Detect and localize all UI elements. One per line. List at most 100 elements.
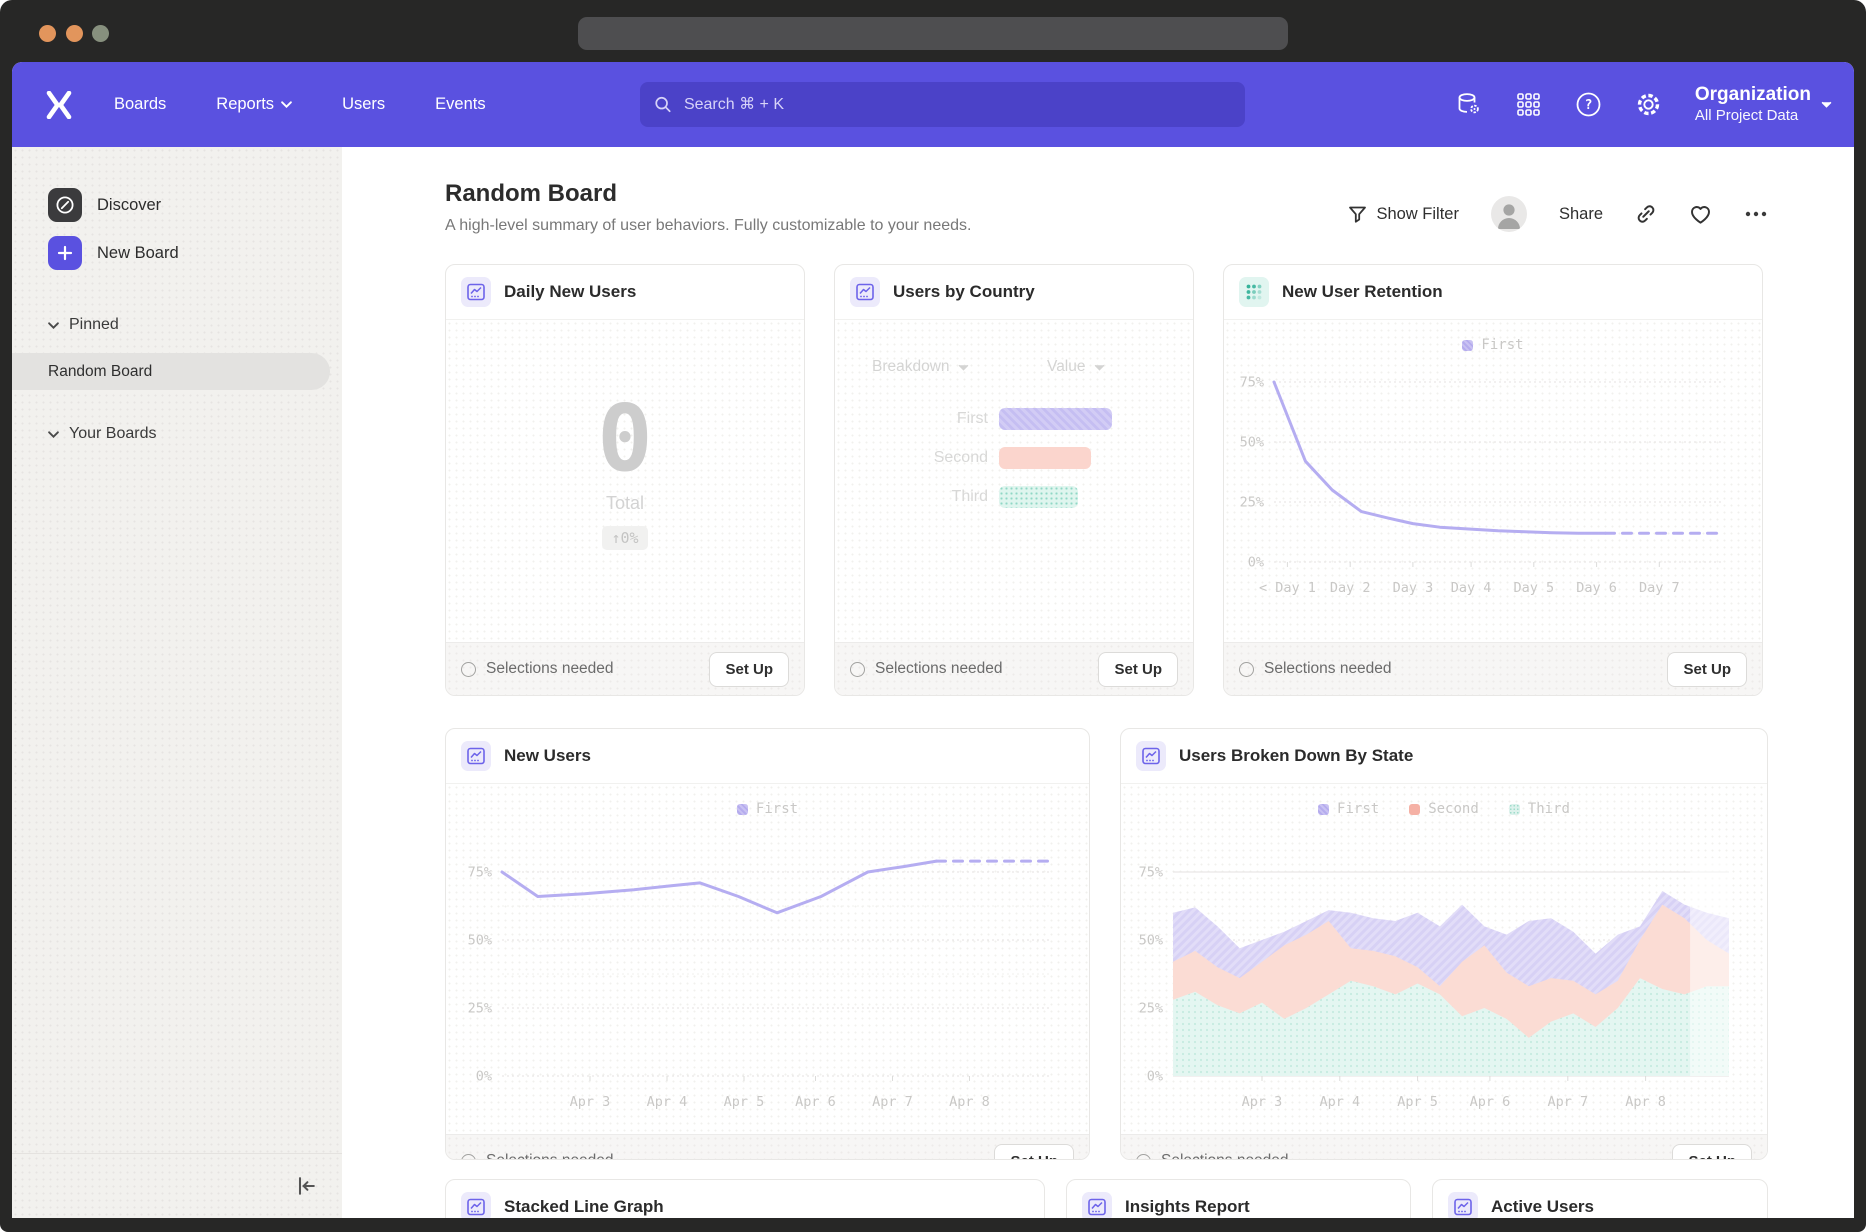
value-column-header[interactable]: Value xyxy=(1047,358,1105,376)
discover-compass-icon xyxy=(48,188,82,222)
svg-text:Apr 7: Apr 7 xyxy=(1547,1094,1588,1110)
legend-swatch xyxy=(1509,804,1520,815)
show-filter-button[interactable]: Show Filter xyxy=(1348,205,1459,224)
window-close-button[interactable] xyxy=(39,25,56,42)
sidebar-item-discover[interactable]: Discover xyxy=(12,181,342,229)
share-button[interactable]: Share xyxy=(1559,205,1603,224)
sidebar-item-random-board[interactable]: Random Board xyxy=(12,353,330,390)
svg-text:Day 2: Day 2 xyxy=(1330,580,1371,596)
legend-label: Third xyxy=(1528,801,1570,817)
set-up-button[interactable]: Set Up xyxy=(709,652,789,687)
page-subtitle: A high-level summary of user behaviors. … xyxy=(445,217,971,235)
svg-text:25%: 25% xyxy=(1240,495,1264,511)
svg-text:Day 3: Day 3 xyxy=(1393,580,1434,596)
favorite-heart-icon[interactable] xyxy=(1689,203,1712,225)
nav-item-events[interactable]: Events xyxy=(435,95,485,114)
svg-text:Apr 6: Apr 6 xyxy=(795,1094,836,1110)
data-management-icon[interactable] xyxy=(1455,91,1482,118)
nav-item-boards[interactable]: Boards xyxy=(114,95,166,114)
browser-address-bar[interactable] xyxy=(578,17,1288,50)
search-icon xyxy=(654,95,672,114)
metric-label: Total xyxy=(606,493,644,514)
svg-text:Apr 7: Apr 7 xyxy=(872,1094,913,1110)
set-up-button[interactable]: Set Up xyxy=(1667,652,1747,687)
card-users-by-country: Users by Country Breakdown Value xyxy=(834,264,1194,696)
country-row-label: Third xyxy=(871,488,988,506)
app-window: Boards Reports Users Events xyxy=(12,62,1854,1218)
chevron-down-icon xyxy=(958,364,969,371)
window-minimize-button[interactable] xyxy=(66,25,83,42)
card-title: Daily New Users xyxy=(504,282,636,302)
svg-text:50%: 50% xyxy=(468,933,492,949)
apps-grid-icon[interactable] xyxy=(1515,91,1542,118)
set-up-button[interactable]: Set Up xyxy=(994,1144,1074,1161)
legend-item: Second xyxy=(1409,801,1479,817)
card-stacked-line-graph: Stacked Line Graph xyxy=(445,1179,1045,1218)
status-text: Selections needed xyxy=(875,660,1003,678)
country-row: First xyxy=(835,408,1193,430)
sidebar-item-new-board[interactable]: New Board xyxy=(12,229,342,277)
legend-label: Second xyxy=(1428,801,1479,817)
status-text: Selections needed xyxy=(486,660,614,678)
svg-text:75%: 75% xyxy=(468,865,492,881)
legend-swatch xyxy=(1409,804,1420,815)
sidebar-section-your-boards[interactable]: Your Boards xyxy=(12,418,342,450)
status-text: Selections needed xyxy=(1161,1152,1289,1160)
legend-swatch xyxy=(737,804,748,815)
nav-item-reports[interactable]: Reports xyxy=(216,95,292,114)
copy-link-icon[interactable] xyxy=(1635,203,1657,225)
sidebar-section-pinned[interactable]: Pinned xyxy=(12,309,342,341)
breakdown-column-header[interactable]: Breakdown xyxy=(872,358,969,376)
card-title: New Users xyxy=(504,746,591,766)
card-new-users: New Users First 75%50%25%0%Apr 3Apr 4Apr… xyxy=(445,728,1090,1160)
plus-icon xyxy=(48,236,82,270)
board-main: Random Board A high-level summary of use… xyxy=(342,147,1854,1218)
browser-window: Boards Reports Users Events xyxy=(0,0,1866,1232)
search-input[interactable] xyxy=(682,95,1231,115)
chart-legend: First xyxy=(446,798,1089,820)
legend-label: First xyxy=(756,801,798,817)
set-up-button[interactable]: Set Up xyxy=(1098,652,1178,687)
card-title: Stacked Line Graph xyxy=(504,1197,664,1217)
state-stacked-area-chart: 75%50%25%0%Apr 3Apr 4Apr 5Apr 6Apr 7Apr … xyxy=(1121,824,1767,1134)
svg-text:Day 7: Day 7 xyxy=(1639,580,1680,596)
more-options-icon[interactable] xyxy=(1744,209,1768,219)
legend-item: First xyxy=(1462,337,1523,353)
country-row: Third xyxy=(835,486,1193,508)
nav-item-users[interactable]: Users xyxy=(342,95,385,114)
svg-text:< Day 1: < Day 1 xyxy=(1259,580,1316,596)
chevron-down-icon xyxy=(281,101,292,108)
chevron-down-icon xyxy=(1821,101,1832,108)
svg-text:Apr 4: Apr 4 xyxy=(1319,1094,1360,1110)
svg-text:75%: 75% xyxy=(1139,865,1163,881)
org-switcher[interactable]: Organization All Project Data xyxy=(1695,83,1832,126)
sidebar-footer xyxy=(12,1153,342,1218)
retention-line-chart: 75%50%25%0%< Day 1Day 2Day 3Day 4Day 5Da… xyxy=(1224,360,1762,615)
avatar[interactable] xyxy=(1491,196,1527,232)
chart-legend: First xyxy=(1224,334,1762,356)
nav-menu: Boards Reports Users Events xyxy=(114,95,486,114)
country-row-bar xyxy=(999,447,1091,469)
svg-text:50%: 50% xyxy=(1240,435,1264,451)
svg-text:Apr 5: Apr 5 xyxy=(1397,1094,1438,1110)
collapse-sidebar-icon[interactable] xyxy=(294,1174,318,1198)
mixpanel-logo-icon[interactable] xyxy=(46,91,72,119)
status-circle-icon xyxy=(461,1154,476,1161)
legend-swatch xyxy=(1462,340,1473,351)
org-project: All Project Data xyxy=(1695,107,1811,126)
top-navbar: Boards Reports Users Events xyxy=(12,62,1854,147)
help-icon[interactable]: ? xyxy=(1575,91,1602,118)
status-circle-icon xyxy=(1239,662,1254,677)
chevron-down-icon xyxy=(1094,364,1105,371)
svg-text:Day 4: Day 4 xyxy=(1451,580,1492,596)
line-chart-icon xyxy=(1448,1192,1478,1218)
svg-text:Apr 8: Apr 8 xyxy=(949,1094,990,1110)
org-name: Organization xyxy=(1695,83,1811,107)
legend-item: Third xyxy=(1509,801,1570,817)
settings-gear-icon[interactable] xyxy=(1635,91,1662,118)
global-search[interactable] xyxy=(640,82,1245,127)
metric-delta-badge: ↑0% xyxy=(602,526,647,550)
window-zoom-button[interactable] xyxy=(92,25,109,42)
svg-text:?: ? xyxy=(1584,98,1592,113)
set-up-button[interactable]: Set Up xyxy=(1672,1144,1752,1161)
